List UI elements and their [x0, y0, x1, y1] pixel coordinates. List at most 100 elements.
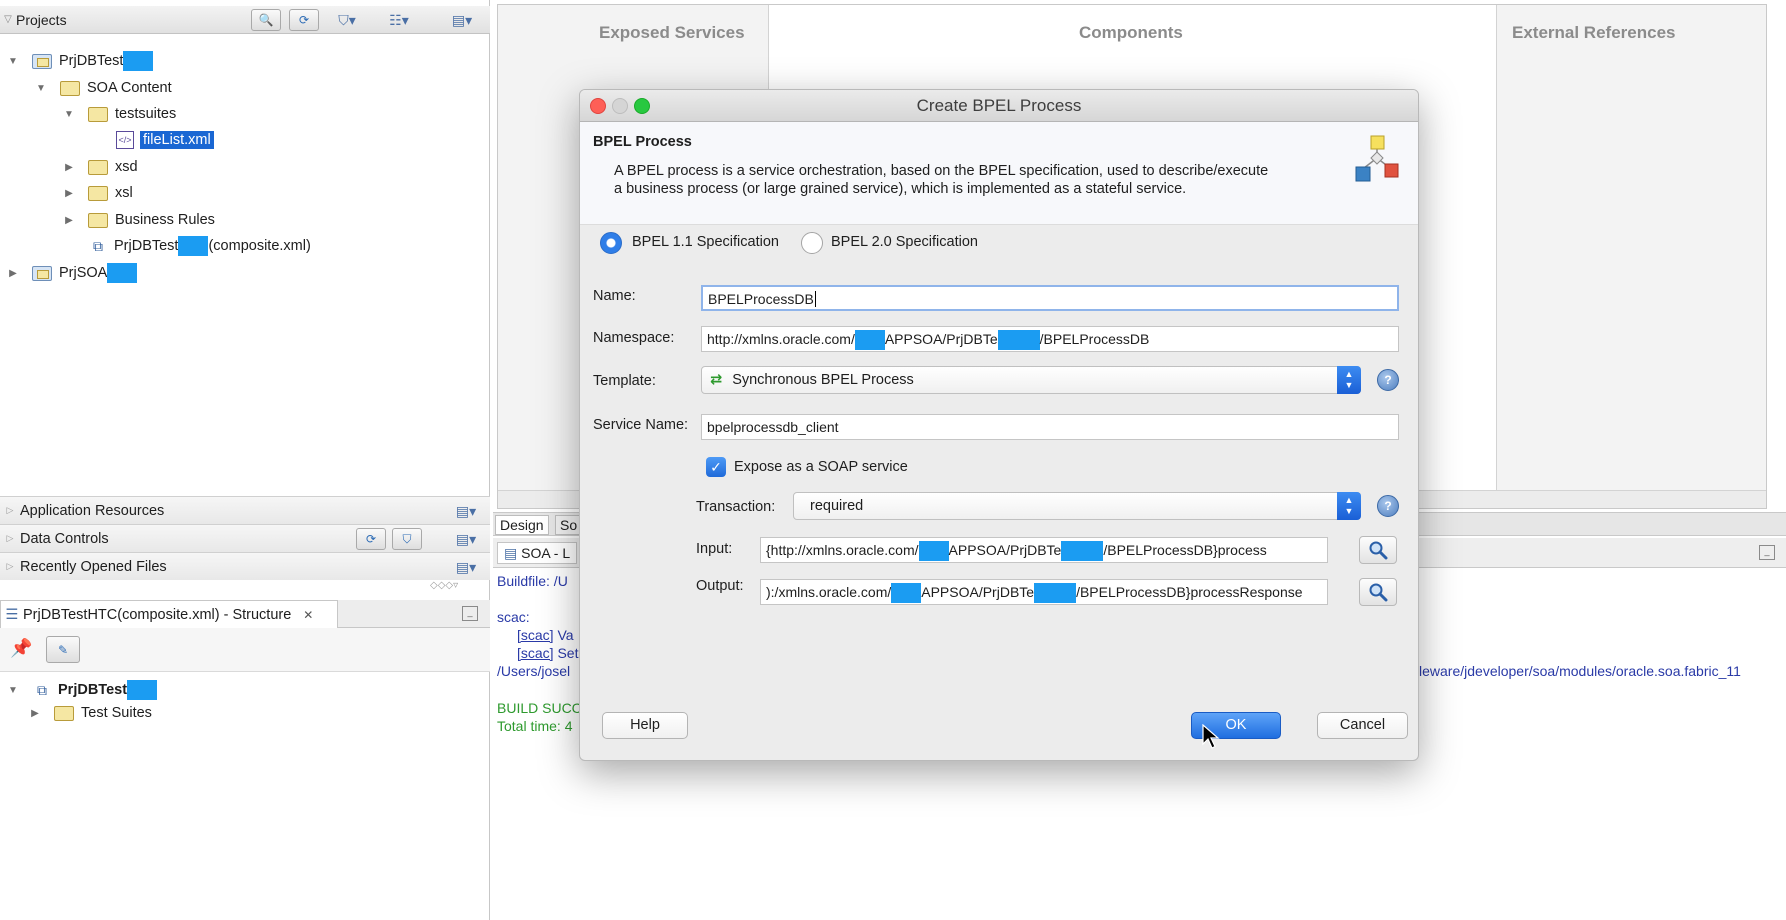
- dialog-title-bar[interactable]: Create BPEL Process: [580, 90, 1418, 122]
- accordion-recently-opened[interactable]: ▷ Recently Opened Files ▤▾: [0, 552, 490, 580]
- help-icon[interactable]: ?: [1377, 495, 1399, 517]
- expose-soap-label[interactable]: Expose as a SOAP service: [734, 459, 908, 475]
- expand-down-icon[interactable]: ▼: [6, 685, 20, 696]
- log-tab-label: SOA - L: [521, 545, 571, 561]
- expand-right-icon[interactable]: ▶: [28, 708, 42, 719]
- menu-icon[interactable]: ▤▾: [448, 557, 484, 577]
- expand-right-icon[interactable]: ▷: [0, 533, 20, 544]
- tree-label: PrjSOA: [59, 265, 108, 281]
- structure-test-suites[interactable]: ▶ Test Suites: [28, 701, 152, 725]
- expand-right-icon[interactable]: ▶: [62, 188, 76, 199]
- structure-root[interactable]: ▼ ⧉ PrjDBTest: [6, 678, 158, 702]
- browse-output-button[interactable]: [1359, 578, 1397, 606]
- tree-filelist[interactable]: </> fileList.xml: [116, 128, 214, 152]
- close-window-icon[interactable]: [590, 98, 606, 114]
- dialog-header: BPEL Process A BPEL process is a service…: [580, 122, 1418, 225]
- redaction: [997, 330, 1040, 351]
- radio-bpel-20-label[interactable]: BPEL 2.0 Specification: [831, 234, 978, 250]
- help-icon[interactable]: ?: [1377, 369, 1399, 391]
- project-icon: [32, 265, 52, 281]
- tree-business-rules[interactable]: ▶ Business Rules: [62, 208, 215, 232]
- folder-icon: [60, 80, 80, 96]
- tree-project-prjsoa[interactable]: ▶ PrjSOA: [6, 261, 138, 285]
- chevron-updown-icon[interactable]: ▲ ▼: [1337, 366, 1361, 394]
- pin-icon[interactable]: 📌: [10, 638, 32, 659]
- search-icon: [1369, 583, 1388, 602]
- bpel-process-icon: [1355, 135, 1399, 182]
- name-input[interactable]: BPELProcessDB: [701, 285, 1399, 311]
- tree-xsd[interactable]: ▶ xsd: [62, 155, 137, 179]
- xml-file-icon: </>: [116, 131, 134, 149]
- structure-tab[interactable]: ☰ PrjDBTestHTC(composite.xml) - Structur…: [0, 600, 338, 628]
- input-message-field[interactable]: {http://xmlns.oracle.com/APPSOA/PrjDBTe /…: [760, 537, 1328, 563]
- log-link[interactable]: [scac]: [517, 627, 554, 643]
- output-message-field[interactable]: ):/xmlns.oracle.com/APPSOA/PrjDBTe/BPELP…: [760, 579, 1328, 605]
- expose-soap-checkbox[interactable]: ✓: [706, 457, 726, 477]
- accordion-label: Application Resources: [20, 502, 165, 519]
- service-name-input[interactable]: bpelprocessdb_client: [701, 414, 1399, 440]
- edit-icon[interactable]: ✎: [46, 636, 80, 663]
- tree-soa-content[interactable]: ▼ SOA Content: [34, 76, 172, 100]
- expand-right-icon[interactable]: ▶: [62, 162, 76, 173]
- structure-icon: ☰: [5, 606, 19, 623]
- chevron-updown-icon[interactable]: ▲ ▼: [1337, 492, 1361, 520]
- composite-icon: ⧉: [37, 681, 47, 698]
- radio-bpel-20[interactable]: [801, 232, 823, 254]
- expand-down-icon[interactable]: ▼: [34, 83, 48, 94]
- redaction: [918, 541, 949, 562]
- template-select[interactable]: ⇄ Synchronous BPEL Process ▲ ▼: [701, 366, 1361, 394]
- log-line: [scac] Set: [517, 644, 578, 662]
- menu-icon[interactable]: ▤▾: [444, 10, 480, 30]
- tab-design[interactable]: Design: [495, 515, 549, 535]
- tree-project-prjdbtest[interactable]: ▼ PrjDBTest: [6, 49, 154, 73]
- tree-label: PrjDBTest: [114, 238, 179, 254]
- working-set-icon[interactable]: ☷▾: [382, 10, 416, 30]
- tree-composite[interactable]: ⧉ PrjDBTest (composite.xml): [88, 234, 311, 258]
- template-value: Synchronous BPEL Process: [732, 372, 914, 388]
- browse-input-button[interactable]: [1359, 536, 1397, 564]
- radio-bpel-11-label[interactable]: BPEL 1.1 Specification: [632, 234, 779, 250]
- close-icon[interactable]: ✕: [303, 608, 313, 622]
- redaction: [1034, 583, 1077, 604]
- header-title: BPEL Process: [593, 134, 692, 150]
- tree-label: fileList.xml: [140, 131, 214, 149]
- minimize-icon[interactable]: _: [462, 606, 478, 621]
- expand-down-icon[interactable]: ▼: [62, 109, 76, 120]
- external-references-swimlane[interactable]: [1496, 5, 1766, 490]
- expand-right-icon[interactable]: ▷: [0, 561, 20, 572]
- accordion-application-resources[interactable]: ▷ Application Resources ▤▾: [0, 496, 490, 524]
- filter-icon[interactable]: ⛉: [392, 528, 422, 550]
- expand-right-icon[interactable]: ▷: [0, 505, 20, 516]
- expand-down-icon[interactable]: ▼: [6, 56, 20, 67]
- sync-icon[interactable]: ⟳: [289, 9, 319, 31]
- log-tab[interactable]: ▤ SOA - L: [497, 542, 578, 564]
- transaction-value: required: [810, 498, 864, 514]
- cancel-button[interactable]: Cancel: [1317, 712, 1408, 739]
- namespace-input[interactable]: http://xmlns.oracle.com/APPSOA/PrjDBTe/B…: [701, 326, 1399, 352]
- tree-testsuites[interactable]: ▼ testsuites: [62, 102, 176, 126]
- folder-icon: [88, 185, 108, 201]
- transaction-select[interactable]: required ▲ ▼: [793, 492, 1361, 520]
- sync-icon[interactable]: ⟳: [356, 528, 386, 550]
- zoom-window-icon[interactable]: [634, 98, 650, 114]
- find-icon[interactable]: 🔍: [251, 9, 281, 31]
- accordion-data-controls[interactable]: ▷ Data Controls ⟳ ⛉ ▤▾: [0, 524, 490, 552]
- minimize-window-icon[interactable]: [612, 98, 628, 114]
- collapse-icon[interactable]: ▽: [0, 14, 16, 25]
- radio-bpel-11[interactable]: [600, 232, 622, 254]
- tree-label: Business Rules: [115, 212, 215, 228]
- menu-icon[interactable]: ▤▾: [448, 501, 484, 521]
- input-part: APPSOA/PrjDBTe: [948, 542, 1062, 558]
- help-button[interactable]: Help: [602, 712, 688, 739]
- redaction: [178, 236, 209, 256]
- expand-right-icon[interactable]: ▶: [62, 215, 76, 226]
- menu-icon[interactable]: ▤▾: [448, 529, 484, 549]
- expand-right-icon[interactable]: ▶: [6, 268, 20, 279]
- splitter-grip-icon[interactable]: ◇◇◇▿: [430, 580, 458, 591]
- minimize-icon[interactable]: _: [1759, 545, 1775, 560]
- log-link[interactable]: [scac]: [517, 645, 554, 661]
- project-icon: [32, 53, 52, 69]
- tree-xsl[interactable]: ▶ xsl: [62, 181, 133, 205]
- projects-header[interactable]: ▽ Projects 🔍 ⟳ ⛉▾ ☷▾ ▤▾: [0, 6, 490, 34]
- filter-icon[interactable]: ⛉▾: [330, 10, 364, 30]
